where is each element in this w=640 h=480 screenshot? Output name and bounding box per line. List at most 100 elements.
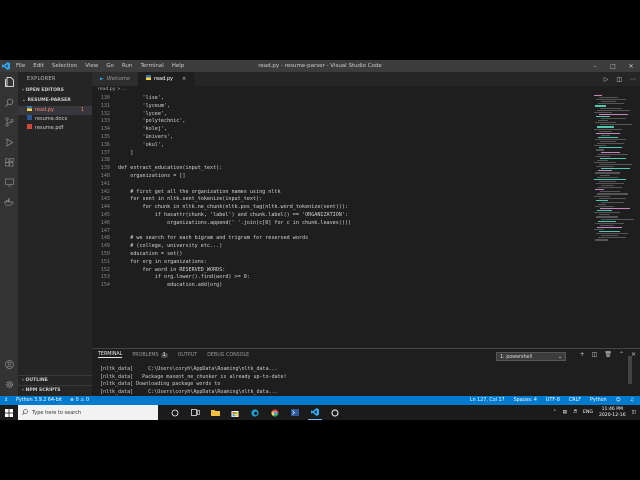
code-line[interactable]: 152 for word in RESERVED_WORDS: [92, 267, 592, 275]
more-actions-icon[interactable]: ⋯ [630, 76, 636, 83]
encoding[interactable]: UTF-8 [546, 398, 560, 403]
terminal-select[interactable]: 1: powershell ⌄ [496, 352, 566, 361]
code-line[interactable]: 141 [92, 181, 592, 189]
taskbar-search-box[interactable]: Type here to search [18, 405, 158, 420]
extensions-icon[interactable] [0, 152, 18, 172]
folder-section[interactable]: ⌄ RESUME-PARSER [18, 96, 92, 106]
tray-chevron-icon[interactable]: ⌃ [553, 410, 557, 415]
split-terminal-icon[interactable]: ◫ [592, 351, 598, 358]
powershell-icon[interactable] [288, 405, 302, 420]
clock[interactable]: 11:46 PM 2020-12-16 [599, 407, 626, 418]
tab-debug-console[interactable]: DEBUG CONSOLE [207, 353, 249, 358]
python-interpreter[interactable]: Python 3.9.2 64-bit [16, 398, 62, 403]
cursor-position[interactable]: Ln 127, Col 17 [470, 398, 505, 403]
new-terminal-icon[interactable]: + [580, 351, 585, 358]
tab-welcome[interactable]: ► Welcome [92, 72, 139, 86]
code-line[interactable]: 143 for sent in nltk.sent_tokenize(input… [92, 196, 592, 204]
tab-read-py[interactable]: read.py × [138, 72, 195, 86]
source-control-icon[interactable] [0, 112, 18, 132]
input-language[interactable]: ENG [583, 410, 593, 415]
chrome-icon[interactable] [268, 405, 282, 420]
task-view-icon[interactable] [168, 405, 182, 420]
vscode-taskbar-icon[interactable] [308, 405, 322, 420]
code-line[interactable]: 145 if hasattr(chunk, 'label') and chunk… [92, 212, 592, 220]
code-line[interactable]: 153 if org.lower().find(word) >= 0: [92, 274, 592, 282]
tab-close-icon[interactable]: × [182, 72, 186, 86]
run-file-icon[interactable]: ▷ [604, 76, 609, 83]
code-line[interactable]: 134 'kolej', [92, 126, 592, 134]
code-line[interactable]: 151 for org in organizations: [92, 259, 592, 267]
close-icon[interactable]: ✕ [622, 60, 640, 72]
problems-indicator[interactable]: ⊗ 0 ⚠ 0 [70, 398, 89, 403]
notifications-bell-icon[interactable]: ♫ [630, 398, 634, 403]
end-of-line[interactable]: CRLF [569, 398, 581, 403]
tab-output[interactable]: OUTPUT [178, 353, 198, 358]
trash-icon[interactable]: 🗑 [604, 351, 612, 358]
code-line[interactable]: 137 ] [92, 150, 592, 158]
code-line[interactable]: 136 'okul', [92, 142, 592, 150]
code-line[interactable]: 132 'lycee', [92, 111, 592, 119]
manage-gear-icon[interactable] [0, 374, 18, 394]
action-center-icon[interactable]: ◫ [632, 410, 636, 415]
accounts-icon[interactable] [0, 354, 18, 374]
run-debug-icon[interactable] [0, 132, 18, 152]
edge-icon[interactable] [248, 405, 262, 420]
explorer-icon[interactable] [0, 72, 18, 92]
minimap[interactable] [594, 95, 634, 345]
code-line[interactable]: 147 [92, 228, 592, 236]
code-line[interactable]: 146 organizations.append(' '.join(c[0] f… [92, 220, 592, 228]
tab-problems[interactable]: PROBLEMS 1 [132, 352, 168, 358]
language-mode[interactable]: Python [590, 398, 607, 403]
code-line[interactable]: 154 education.add(org) [92, 282, 592, 290]
network-icon[interactable]: ▤ [563, 410, 567, 415]
file-item-resume-pdf[interactable]: resume.pdf [18, 124, 92, 133]
minimap-line [595, 138, 626, 141]
menu-help[interactable]: Help [172, 63, 185, 69]
maximize-icon[interactable]: □ [604, 60, 622, 72]
obs-icon[interactable] [328, 405, 342, 420]
code-line[interactable]: 148 # we search for each bigram and trig… [92, 235, 592, 243]
menu-run[interactable]: Run [122, 63, 133, 69]
menu-edit[interactable]: Edit [33, 63, 44, 69]
docker-icon[interactable] [0, 192, 18, 212]
code-editor[interactable]: 130 'lise', 131 'lyceum', 132 'lycee', 133 … [92, 95, 592, 345]
code-line[interactable]: 149 # (college, university etc...) [92, 243, 592, 251]
indentation[interactable]: Spaces: 4 [514, 398, 537, 403]
store-icon[interactable] [228, 405, 242, 420]
tab-terminal[interactable]: TERMINAL [98, 352, 123, 358]
code-line[interactable]: 144 for chunk in nltk.ne_chunk(nltk.pos_… [92, 204, 592, 212]
open-editors-section[interactable]: › OPEN EDITORS [18, 86, 92, 96]
code-line[interactable]: 135 'ünivers', [92, 134, 592, 142]
code-line[interactable]: 138 [92, 157, 592, 165]
code-line[interactable]: 131 'lyceum', [92, 103, 592, 111]
file-explorer-icon[interactable] [208, 405, 222, 420]
menu-view[interactable]: View [85, 63, 98, 69]
breadcrumb[interactable]: read.py > ... [92, 86, 598, 94]
remote-explorer-icon[interactable] [0, 172, 18, 192]
npm-scripts-section[interactable]: › NPM SCRIPTS [18, 385, 96, 396]
volume-icon[interactable]: ♬ [573, 410, 577, 415]
code-line[interactable]: 150 education = set() [92, 251, 592, 259]
python-tab-icon [146, 72, 152, 86]
search-icon[interactable] [0, 92, 18, 112]
menu-selection[interactable]: Selection [52, 63, 77, 69]
terminal-scrollbar[interactable] [628, 356, 632, 384]
code-line[interactable]: 140 organizations = [] [92, 173, 592, 181]
file-item-read-py[interactable]: read.py 1 [18, 106, 92, 115]
remote-indicator-icon[interactable]: ↕ [4, 398, 8, 403]
feedback-icon[interactable]: ☺ [616, 398, 621, 403]
code-line[interactable]: 130 'lise', [92, 95, 592, 103]
windows-start-icon[interactable] [0, 405, 18, 420]
code-line[interactable]: 142 # first get all the organization nam… [92, 189, 592, 197]
menu-terminal[interactable]: Terminal [140, 63, 163, 69]
split-editor-icon[interactable]: ◫ [616, 76, 622, 83]
maximize-panel-icon[interactable]: ⌃ [619, 351, 624, 358]
code-line[interactable]: 139 def extract_education(input_text): [92, 165, 592, 173]
menu-file[interactable]: File [16, 63, 25, 69]
minimize-icon[interactable]: – [586, 60, 604, 72]
task-switch-icon[interactable] [188, 405, 202, 420]
menu-go[interactable]: Go [106, 63, 114, 69]
code-line[interactable]: 133 'polytechnic', [92, 118, 592, 126]
file-item-resume-docx[interactable]: resume.docx [18, 115, 92, 124]
minimap-line [601, 101, 616, 103]
